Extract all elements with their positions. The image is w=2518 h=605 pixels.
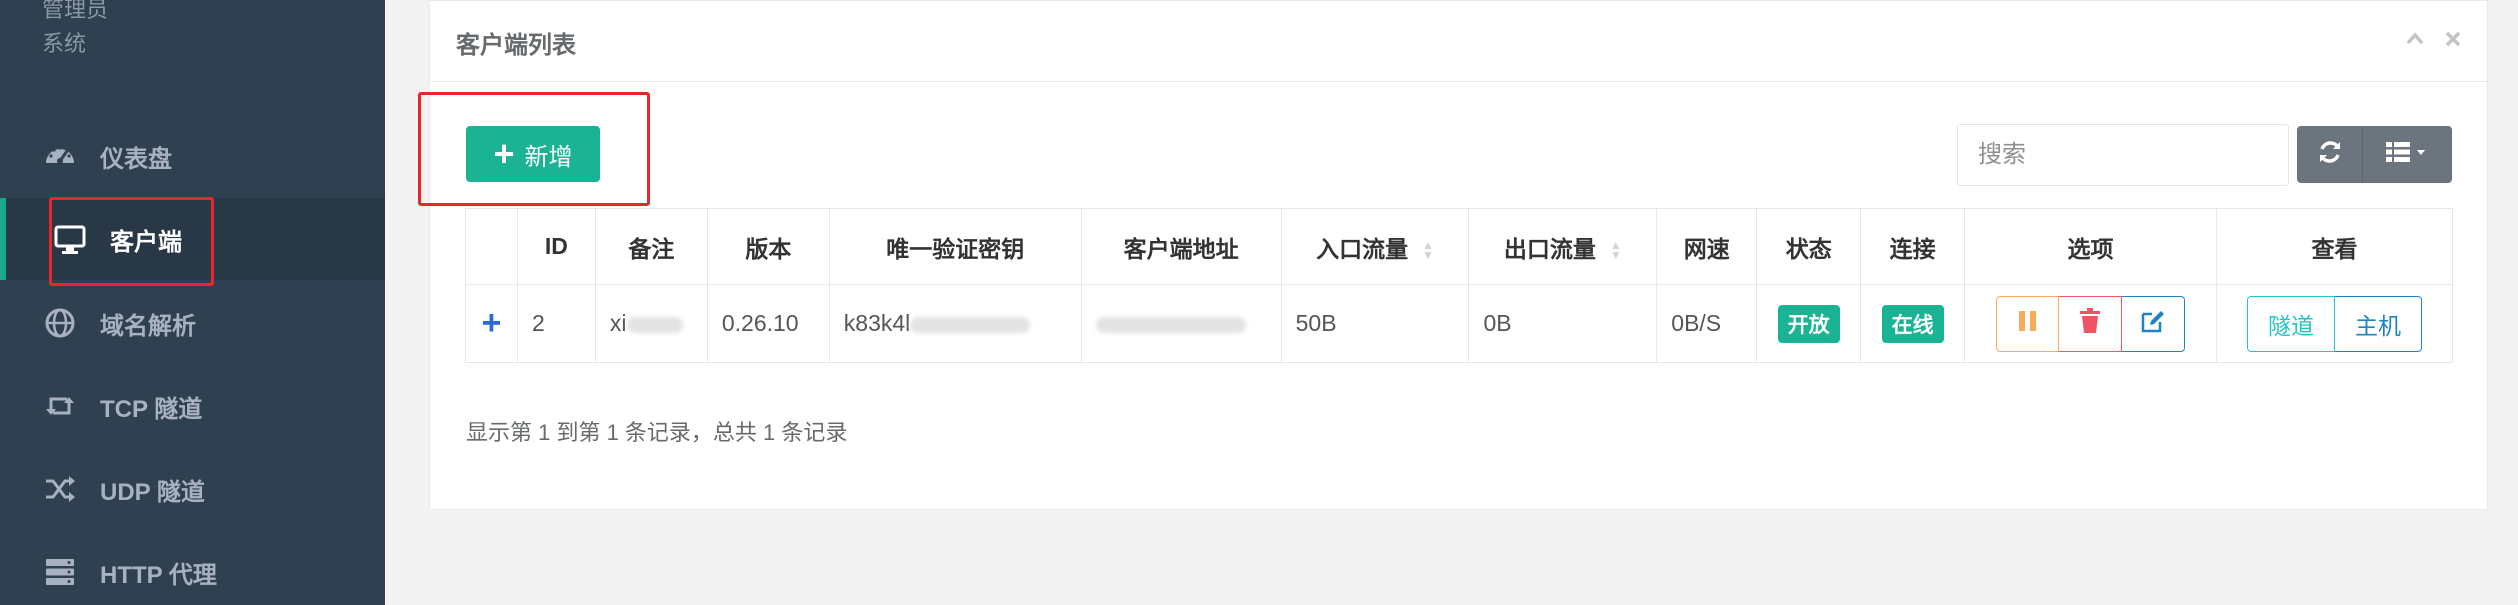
random-icon: [42, 471, 78, 507]
column-header-label: 入口流量: [1316, 235, 1409, 262]
refresh-button[interactable]: [2297, 126, 2363, 183]
cell-options: [1964, 284, 2217, 363]
redacted-text: [910, 316, 1031, 333]
sidebar: 管理员 系统 仪表盘 客户端 域名解析 TCP 隧道 UDP 隧道 HTTP 代…: [0, 0, 385, 605]
table-header-row: ID 备注 版本 唯一验证密钥 客户端地址 入口流量 ▲ ▼ 出口流量 ▲ ▼ 网速 状…: [465, 208, 2453, 285]
cell-address: [1080, 284, 1282, 363]
column-header-key[interactable]: 唯一验证密钥: [828, 208, 1082, 285]
column-header-version[interactable]: 版本: [706, 208, 830, 285]
client-list-panel: 客户端列表 + 新增 ID: [429, 0, 2488, 510]
list-columns-icon: [2384, 140, 2432, 169]
cell-connection: 在线: [1860, 284, 1966, 363]
edit-icon: [2140, 308, 2166, 340]
sidebar-item-label: UDP 隧道: [100, 478, 205, 506]
pause-icon: [2017, 309, 2039, 339]
client-table: ID 备注 版本 唯一验证密钥 客户端地址 入口流量 ▲ ▼ 出口流量 ▲ ▼ 网速 状…: [465, 208, 2453, 363]
dashboard-icon: [42, 138, 78, 174]
column-header-speed[interactable]: 网速: [1656, 208, 1758, 285]
sidebar-item-label: 客户端: [110, 228, 182, 256]
search-input[interactable]: [1957, 124, 2289, 186]
sidebar-item-tcp-tunnel[interactable]: TCP 隧道: [0, 365, 385, 447]
panel-title: 客户端列表: [456, 32, 576, 59]
sidebar-item-label: 仪表盘: [100, 145, 172, 173]
view-tunnel-button[interactable]: 隧道: [2247, 295, 2335, 352]
add-button-label: 新增: [524, 143, 573, 171]
retweet-icon: [42, 388, 78, 424]
user-role-sub-label: 系统: [42, 31, 87, 56]
view-host-button[interactable]: 主机: [2335, 295, 2422, 352]
cell-key: k83k4l: [828, 284, 1082, 363]
column-header-outflow[interactable]: 出口流量 ▲ ▼: [1468, 208, 1658, 285]
cell-outflow: 0B: [1468, 284, 1658, 363]
cell-remark-text: xi: [609, 310, 627, 336]
pagination-info: 显示第 1 到第 1 条记录，总共 1 条记录: [466, 420, 848, 445]
connection-badge: 在线: [1881, 304, 1944, 343]
server-icon: [42, 554, 78, 590]
close-icon[interactable]: [2441, 27, 2465, 51]
chevron-up-icon[interactable]: [2403, 27, 2427, 51]
sidebar-item-udp-tunnel[interactable]: UDP 隧道: [0, 448, 385, 530]
sidebar-item-client[interactable]: 客户端: [0, 198, 385, 280]
column-header-address[interactable]: 客户端地址: [1080, 208, 1282, 285]
sort-icon: ▲ ▼: [1422, 238, 1434, 263]
status-badge: 开放: [1777, 304, 1840, 343]
panel-tools: [2403, 27, 2465, 51]
column-header-options: 选项: [1964, 208, 2217, 285]
column-header-expand: [465, 208, 518, 285]
column-header-remark[interactable]: 备注: [594, 208, 708, 285]
sidebar-item-label: HTTP 代理: [100, 561, 217, 589]
cell-inflow: 50B: [1280, 284, 1470, 363]
cell-version: 0.26.10: [706, 284, 830, 363]
expand-row-button[interactable]: +: [465, 284, 518, 363]
column-header-status[interactable]: 状态: [1756, 208, 1862, 285]
view-button-group: 隧道 主机: [2247, 295, 2422, 352]
cell-key-text: k83k4l: [843, 310, 911, 336]
sidebar-item-label: 域名解析: [100, 312, 196, 340]
cell-status: 开放: [1756, 284, 1862, 363]
delete-button[interactable]: [2059, 295, 2123, 352]
cell-id: 2: [516, 284, 596, 363]
monitor-icon: [52, 221, 88, 257]
sidebar-item-domain[interactable]: 域名解析: [0, 282, 385, 364]
edit-button[interactable]: [2122, 295, 2186, 352]
column-header-inflow[interactable]: 入口流量 ▲ ▼: [1280, 208, 1470, 285]
redacted-text: [626, 316, 683, 333]
column-header-id[interactable]: ID: [516, 208, 596, 285]
globe-icon: [42, 305, 78, 341]
options-button-group: [1996, 295, 2186, 352]
sort-icon: ▲ ▼: [1609, 238, 1622, 263]
pause-button[interactable]: [1996, 295, 2060, 352]
cell-speed: 0B/S: [1656, 284, 1758, 363]
plus-icon: +: [493, 133, 515, 174]
table-toolbar: [2297, 126, 2452, 183]
column-header-view: 查看: [2216, 208, 2453, 285]
sidebar-item-dashboard[interactable]: 仪表盘: [0, 115, 385, 197]
panel-header: 客户端列表: [430, 1, 2487, 82]
user-role-label: 管理员: [42, 0, 109, 22]
sidebar-item-http-proxy[interactable]: HTTP 代理: [0, 531, 385, 605]
sidebar-item-label: TCP 隧道: [100, 395, 203, 423]
trash-icon: [2079, 307, 2101, 340]
column-header-connection[interactable]: 连接: [1860, 208, 1966, 285]
columns-dropdown-button[interactable]: [2363, 126, 2452, 183]
add-client-button[interactable]: + 新增: [466, 126, 600, 182]
table-row: + 2 xi 0.26.10 k83k4l 50B 0B 0B/S 开放 在线: [465, 284, 2453, 363]
redacted-text: [1095, 316, 1246, 333]
cell-remark: xi: [594, 284, 708, 363]
cell-view: 隧道 主机: [2216, 284, 2453, 363]
refresh-icon: [2316, 138, 2344, 171]
column-header-label: 出口流量: [1503, 235, 1596, 262]
